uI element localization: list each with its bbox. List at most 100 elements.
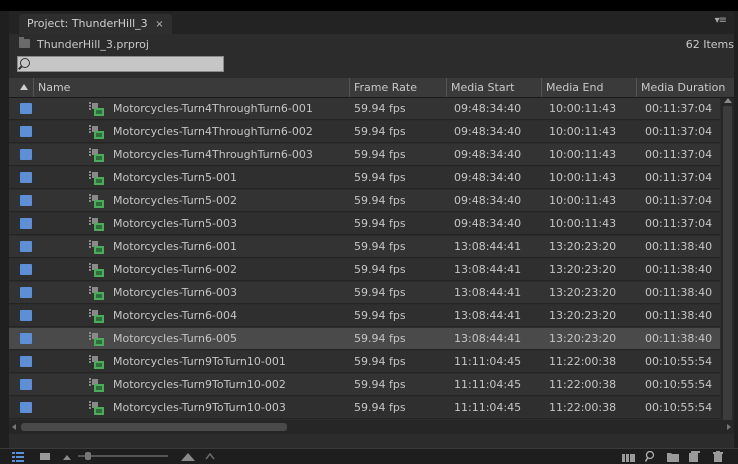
- vertical-scrollbar[interactable]: [721, 98, 734, 432]
- item-media-end: 13:20:23:20: [549, 332, 617, 345]
- zoom-slider-thumb[interactable]: [85, 452, 91, 460]
- vertical-scroll-thumb[interactable]: [723, 106, 732, 424]
- item-name: Motorcycles-Turn6-003: [113, 286, 237, 299]
- item-media-end: 13:20:23:20: [549, 240, 617, 253]
- item-media-start: 13:08:44:41: [454, 309, 522, 322]
- list-item[interactable]: Motorcycles-Turn6-005 59.94 fps 13:08:44:4…: [9, 328, 720, 350]
- item-media-start: 13:08:44:41: [454, 332, 522, 345]
- item-name: Motorcycles-Turn6-005: [113, 332, 237, 345]
- new-item-icon[interactable]: [688, 451, 700, 462]
- column-header-media-duration[interactable]: Media Duration: [636, 78, 734, 97]
- list-item[interactable]: Motorcycles-Turn5-002 59.94 fps 09:48:34:4…: [9, 190, 720, 212]
- trash-icon[interactable]: [713, 451, 723, 462]
- item-frame-rate: 59.94 fps: [354, 286, 406, 299]
- item-media-start: 09:48:34:40: [454, 194, 522, 207]
- sequence-icon: [89, 217, 104, 231]
- list-item[interactable]: Motorcycles-Turn9ToTurn10-003 59.94 fps 11…: [9, 397, 720, 419]
- window-top-edge: [0, 0, 738, 11]
- scroll-right-icon[interactable]: [727, 424, 731, 430]
- find-icon[interactable]: [645, 451, 656, 462]
- sequence-icon: [89, 309, 104, 323]
- column-header-row: Name Frame Rate Media Start Media End Me…: [9, 78, 734, 98]
- label-color-swatch[interactable]: [20, 356, 32, 367]
- icon-view-icon[interactable]: [40, 451, 50, 462]
- item-frame-rate: 59.94 fps: [354, 148, 406, 161]
- item-frame-rate: 59.94 fps: [354, 194, 406, 207]
- item-media-end: 13:20:23:20: [549, 286, 617, 299]
- item-name: Motorcycles-Turn4ThroughTurn6-003: [113, 148, 313, 161]
- label-color-swatch[interactable]: [20, 287, 32, 298]
- sequence-icon: [89, 332, 104, 346]
- item-media-duration: 00:11:37:04: [645, 125, 713, 138]
- zoom-out-icon[interactable]: [62, 451, 72, 462]
- label-color-swatch[interactable]: [20, 264, 32, 275]
- item-media-start: 09:48:34:40: [454, 171, 522, 184]
- item-media-duration: 00:11:38:40: [645, 309, 713, 322]
- list-item[interactable]: Motorcycles-Turn9ToTurn10-001 59.94 fps 11…: [9, 351, 720, 373]
- sequence-icon: [89, 148, 104, 162]
- list-view-icon[interactable]: [12, 451, 24, 462]
- item-media-start: 09:48:34:40: [454, 102, 522, 115]
- item-media-end: 10:00:11:43: [549, 217, 617, 230]
- column-header-frame-rate[interactable]: Frame Rate: [349, 78, 446, 97]
- automate-to-sequence-icon[interactable]: [205, 451, 215, 462]
- label-color-swatch[interactable]: [20, 195, 32, 206]
- label-color-swatch[interactable]: [20, 172, 32, 183]
- scroll-up-icon[interactable]: [724, 98, 732, 103]
- horizontal-scrollbar[interactable]: [9, 420, 734, 434]
- sequence-icon: [89, 102, 104, 116]
- label-color-swatch[interactable]: [20, 149, 32, 160]
- list-item[interactable]: Motorcycles-Turn4ThroughTurn6-001 59.94 f…: [9, 98, 720, 120]
- item-media-duration: 00:11:37:04: [645, 102, 713, 115]
- list-item[interactable]: Motorcycles-Turn4ThroughTurn6-002 59.94 f…: [9, 121, 720, 143]
- item-media-duration: 00:11:38:40: [645, 240, 713, 253]
- label-color-swatch[interactable]: [20, 103, 32, 114]
- list-item[interactable]: Motorcycles-Turn4ThroughTurn6-003 59.94 f…: [9, 144, 720, 166]
- item-media-duration: 00:10:55:54: [645, 401, 713, 414]
- label-color-swatch[interactable]: [20, 402, 32, 413]
- item-media-duration: 00:11:37:04: [645, 217, 713, 230]
- close-icon[interactable]: ×: [155, 19, 163, 30]
- item-media-end: 10:00:11:43: [549, 148, 617, 161]
- label-color-swatch[interactable]: [20, 126, 32, 137]
- label-color-swatch[interactable]: [20, 333, 32, 344]
- sort-ascending-icon[interactable]: [20, 84, 28, 90]
- list-item[interactable]: Motorcycles-Turn5-001 59.94 fps 09:48:34:4…: [9, 167, 720, 189]
- item-media-start: 13:08:44:41: [454, 240, 522, 253]
- item-media-duration: 00:10:55:54: [645, 355, 713, 368]
- column-header-name[interactable]: Name: [33, 78, 349, 97]
- item-name: Motorcycles-Turn6-002: [113, 263, 237, 276]
- scroll-left-icon[interactable]: [12, 424, 16, 430]
- list-item[interactable]: Motorcycles-Turn5-003 59.94 fps 09:48:34:4…: [9, 213, 720, 235]
- list-item[interactable]: Motorcycles-Turn6-001 59.94 fps 13:08:44:4…: [9, 236, 720, 258]
- sequence-icon: [89, 355, 104, 369]
- column-header-media-start[interactable]: Media Start: [446, 78, 541, 97]
- list-item[interactable]: Motorcycles-Turn6-004 59.94 fps 13:08:44:4…: [9, 305, 720, 327]
- label-color-swatch[interactable]: [20, 218, 32, 229]
- item-frame-rate: 59.94 fps: [354, 309, 406, 322]
- sequence-icon: [89, 263, 104, 277]
- item-media-duration: 00:11:37:04: [645, 171, 713, 184]
- tab-project[interactable]: Project: ThunderHill_3 ×: [19, 14, 172, 34]
- label-color-swatch[interactable]: [20, 379, 32, 390]
- automate-sequence-icon[interactable]: [622, 451, 636, 462]
- search-input[interactable]: [32, 57, 220, 71]
- sequence-icon: [89, 378, 104, 392]
- column-header-media-end[interactable]: Media End: [541, 78, 636, 97]
- item-frame-rate: 59.94 fps: [354, 378, 406, 391]
- list-item[interactable]: Motorcycles-Turn6-002 59.94 fps 13:08:44:4…: [9, 259, 720, 281]
- zoom-in-icon[interactable]: [180, 451, 196, 462]
- item-media-duration: 00:10:55:54: [645, 378, 713, 391]
- panel-menu-icon[interactable]: ▾≡: [715, 15, 727, 26]
- zoom-slider-track[interactable]: [78, 455, 168, 457]
- list-item[interactable]: Motorcycles-Turn6-003 59.94 fps 13:08:44:4…: [9, 282, 720, 304]
- item-count: 62 Items: [685, 38, 734, 51]
- label-color-swatch[interactable]: [20, 310, 32, 321]
- item-media-end: 10:00:11:43: [549, 194, 617, 207]
- new-bin-icon[interactable]: [667, 451, 679, 462]
- item-name: Motorcycles-Turn9ToTurn10-003: [113, 401, 286, 414]
- horizontal-scroll-thumb[interactable]: [21, 423, 287, 431]
- search-box[interactable]: [17, 56, 224, 72]
- list-item[interactable]: Motorcycles-Turn9ToTurn10-002 59.94 fps 11…: [9, 374, 720, 396]
- label-color-swatch[interactable]: [20, 241, 32, 252]
